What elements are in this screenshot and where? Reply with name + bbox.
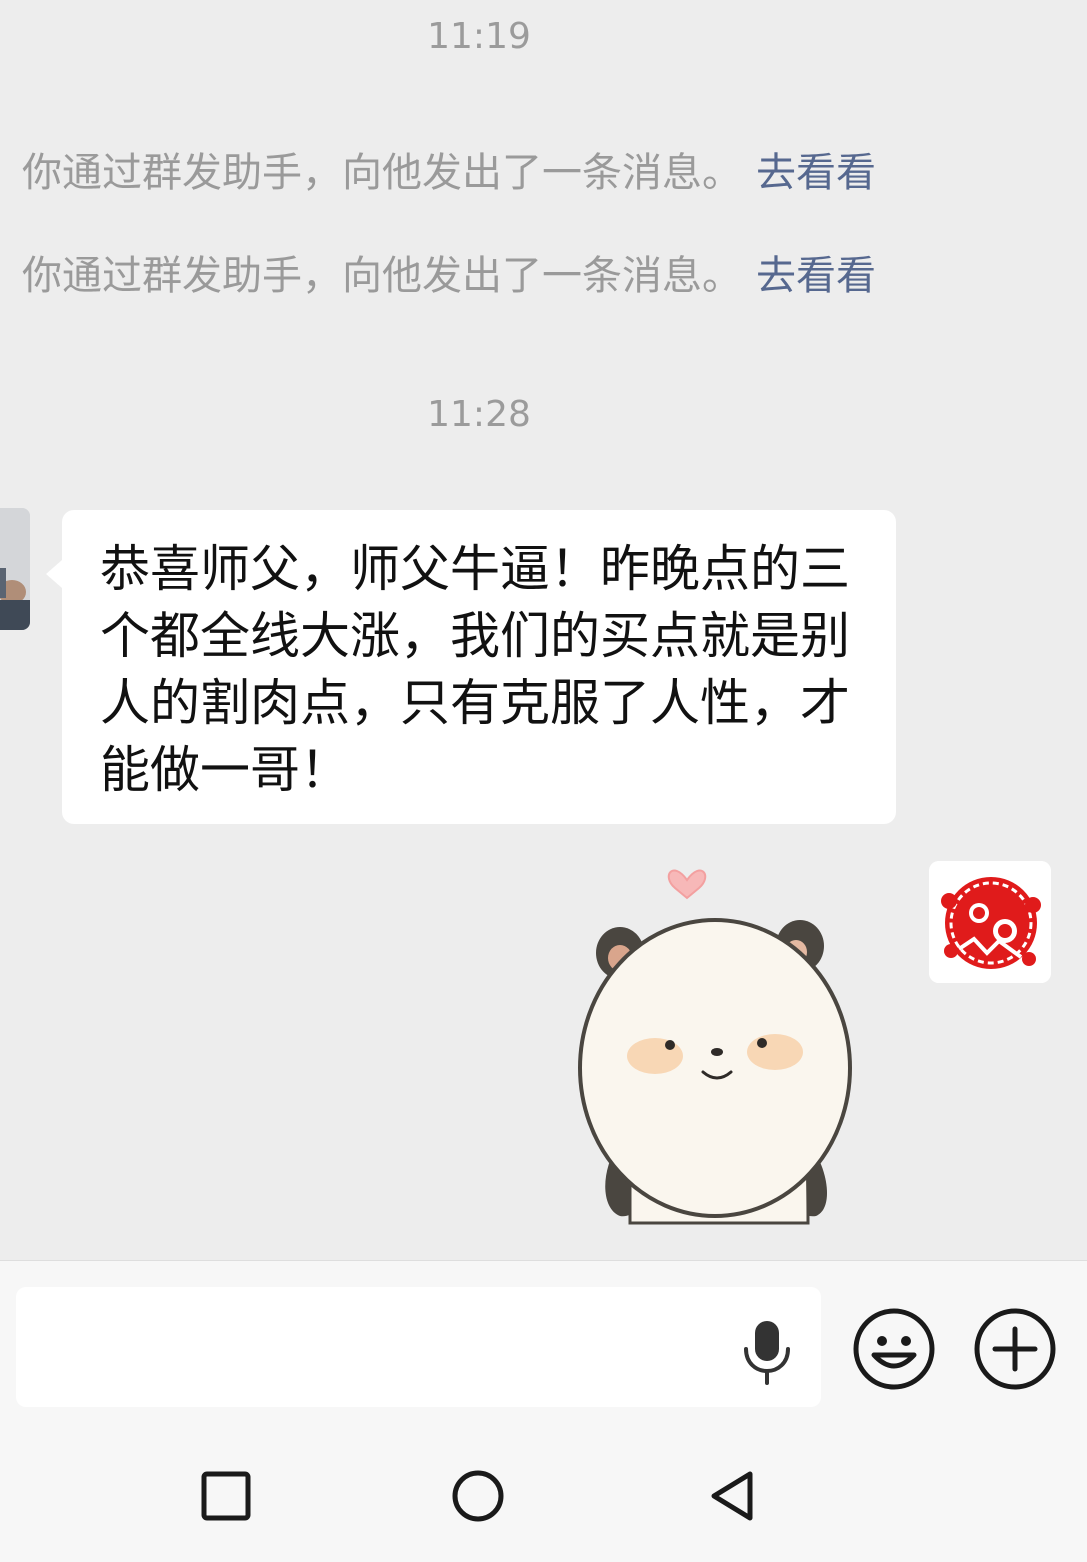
- system-message-1: 你通过群发助手，向他发出了一条消息。 去看看: [22, 140, 876, 198]
- system-nav-bar: [0, 1430, 1087, 1562]
- message-input[interactable]: [16, 1287, 821, 1407]
- input-bar: [0, 1260, 1087, 1431]
- papercut-avatar-icon: [929, 861, 1051, 983]
- contact-avatar[interactable]: [0, 508, 30, 630]
- timestamp-2: 11:28: [427, 394, 531, 435]
- system-message-2: 你通过群发助手，向他发出了一条消息。 去看看: [22, 243, 876, 301]
- incoming-message-bubble[interactable]: 恭喜师父，师父牛逼！昨晚点的三个都全线大涨，我们的买点就是别人的割肉点，只有克服…: [46, 510, 896, 824]
- system-message-text: 你通过群发助手，向他发出了一条消息。: [22, 150, 742, 196]
- back-icon[interactable]: [702, 1466, 762, 1526]
- chat-screen: 11:19 你通过群发助手，向他发出了一条消息。 去看看 你通过群发助手，向他发出…: [0, 0, 1087, 1562]
- home-icon[interactable]: [448, 1466, 508, 1526]
- view-link[interactable]: 去看看: [756, 253, 876, 299]
- panda-sticker-icon[interactable]: [570, 858, 860, 1228]
- plus-icon[interactable]: [973, 1307, 1057, 1391]
- microphone-icon[interactable]: [740, 1319, 794, 1385]
- timestamp-1: 11:19: [427, 16, 531, 57]
- message-text: 恭喜师父，师父牛逼！昨晚点的三个都全线大涨，我们的买点就是别人的割肉点，只有克服…: [100, 540, 850, 799]
- system-message-text: 你通过群发助手，向他发出了一条消息。: [22, 253, 742, 299]
- recent-apps-icon[interactable]: [196, 1466, 256, 1526]
- my-avatar[interactable]: [929, 861, 1051, 983]
- contact-photo-icon: [0, 508, 30, 630]
- emoji-icon[interactable]: [852, 1307, 936, 1391]
- view-link[interactable]: 去看看: [756, 150, 876, 196]
